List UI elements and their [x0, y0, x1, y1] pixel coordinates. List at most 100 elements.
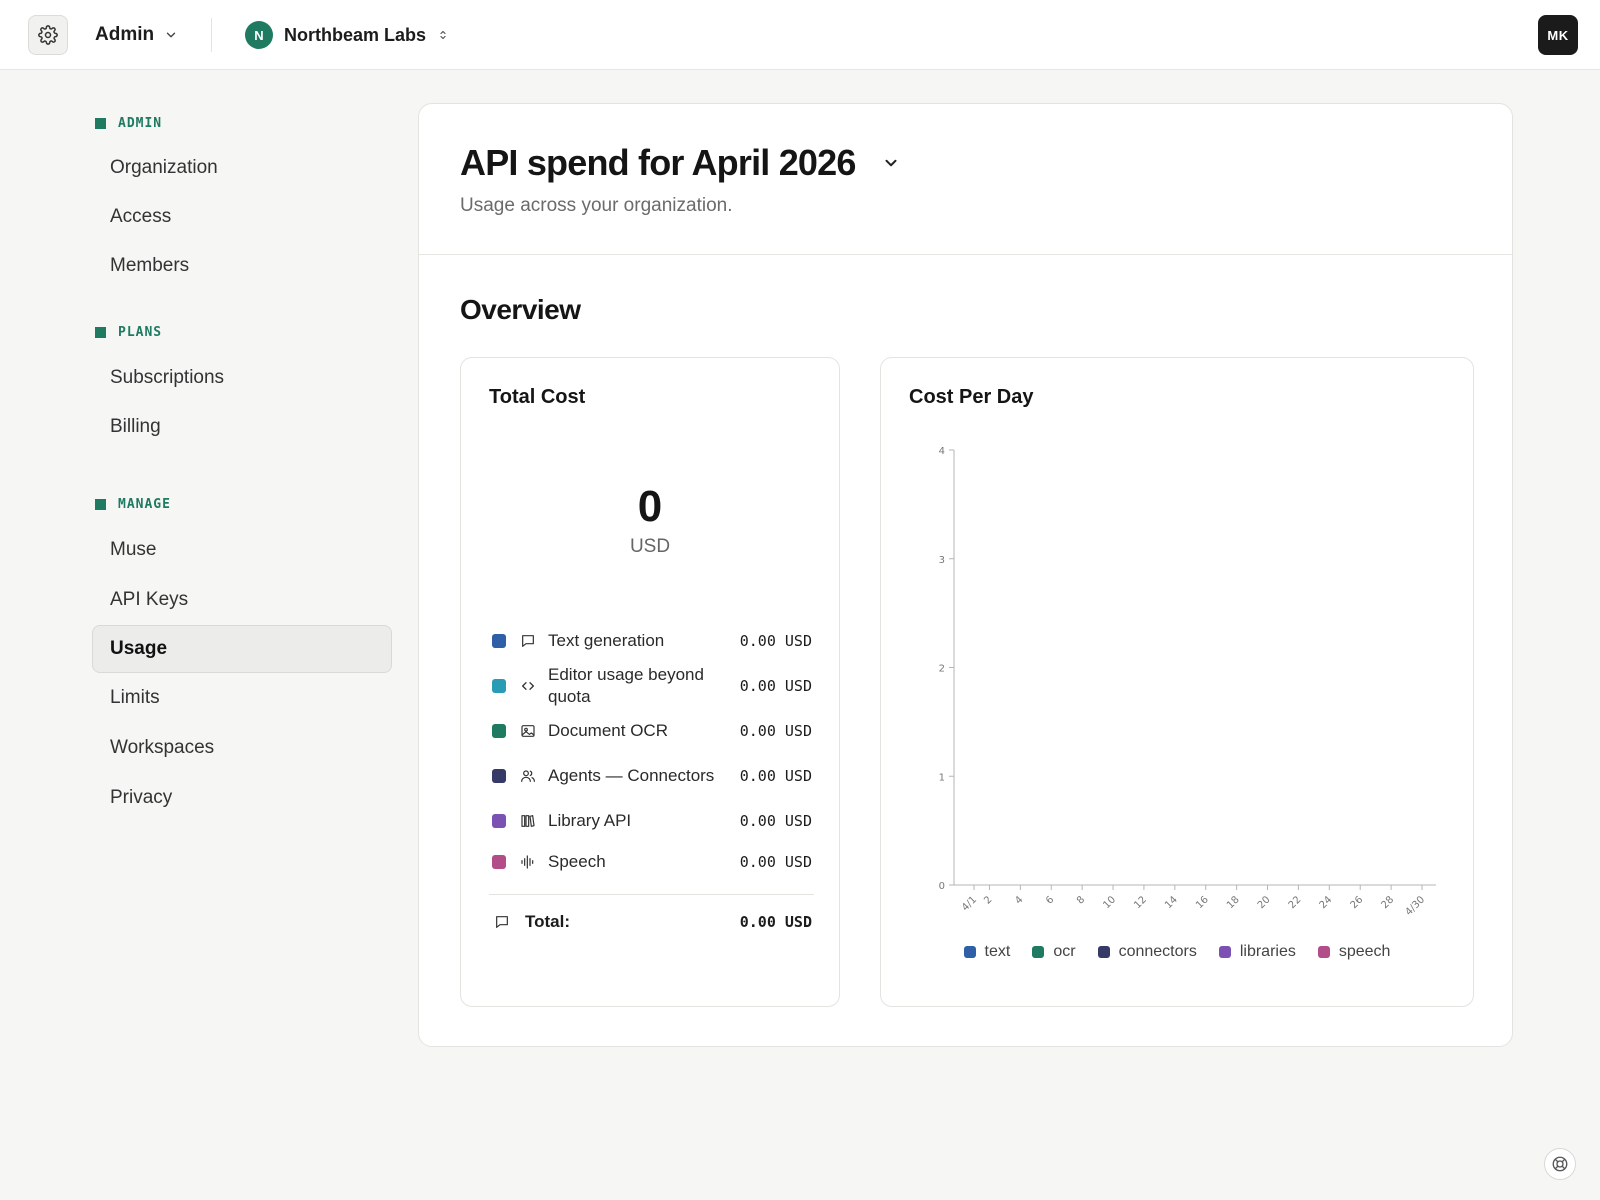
x-tick-label: 12 [1132, 894, 1149, 911]
x-tick-label: 4/1 [960, 894, 979, 913]
sidebar: ADMIN Organization Access Members PLANS … [92, 100, 392, 822]
page-header: API spend for April 2026 Usage across yo… [419, 104, 1512, 255]
breakdown-label: Document OCR [548, 721, 668, 740]
x-tick-label: 4 [1013, 894, 1025, 906]
legend-swatch [1218, 946, 1231, 958]
chat-bubble-icon [493, 913, 511, 931]
legend-swatch [963, 946, 976, 958]
x-tick-label: 16 [1194, 894, 1211, 911]
main-card: API spend for April 2026 Usage across yo… [418, 103, 1513, 1047]
breakdown-row-document-ocr: Document OCR 0.00 USD [489, 716, 814, 746]
breakdown-row-speech: Speech 0.00 USD [489, 847, 814, 877]
color-swatch [492, 634, 506, 648]
sidebar-item-muse[interactable]: Muse [92, 526, 392, 574]
sidebar-item-billing[interactable]: Billing [92, 403, 392, 451]
x-tick-label: 8 [1075, 894, 1087, 906]
breakdown-row-agents-connectors: Agents — Connectors 0.00 USD [489, 754, 814, 798]
waveform-icon [519, 853, 537, 871]
breakdown-label: Library API [548, 811, 632, 830]
legend-label: ocr [1053, 943, 1076, 960]
org-avatar: N [245, 21, 273, 49]
sidebar-item-subscriptions[interactable]: Subscriptions [92, 354, 392, 402]
sidebar-section-manage: MANAGE [92, 492, 392, 516]
page-title: API spend for April 2026 [460, 142, 856, 183]
org-switcher[interactable]: N Northbeam Labs [245, 21, 449, 49]
x-tick-label: 18 [1225, 894, 1242, 911]
sidebar-section-title: MANAGE [118, 496, 171, 512]
x-tick-label: 4/30 [1403, 894, 1427, 918]
x-tick-label: 10 [1101, 894, 1118, 911]
help-button[interactable] [1544, 1148, 1576, 1180]
admin-switcher[interactable]: Admin [95, 22, 178, 48]
breakdown-value: 0.00 USD [739, 722, 812, 740]
users-icon [519, 767, 537, 785]
legend-label: speech [1338, 943, 1391, 960]
chart-legend: text ocr connectors libraries speech [881, 943, 1473, 961]
sidebar-item-access[interactable]: Access [92, 193, 392, 241]
x-tick-label: 2 [982, 894, 994, 906]
sidebar-item-usage[interactable]: Usage [92, 625, 392, 673]
chevron-up-down-icon [440, 30, 446, 40]
color-swatch [492, 814, 506, 828]
lifebuoy-icon [1552, 1156, 1568, 1172]
sidebar-item-limits[interactable]: Limits [92, 674, 392, 722]
y-tick-label: 3 [939, 555, 945, 566]
breakdown-label: Agents — Connectors [548, 766, 715, 785]
x-tick-label: 6 [1044, 894, 1056, 906]
legend-label: libraries [1239, 943, 1296, 960]
breakdown-total-row: Total: 0.00 USD [489, 907, 814, 937]
cost-breakdown: Text generation 0.00 USD Editor usage be… [489, 626, 814, 937]
legend-item-text[interactable]: text [963, 943, 1011, 961]
legend-item-ocr[interactable]: ocr [1032, 943, 1076, 961]
color-swatch [492, 724, 506, 738]
sidebar-item-workspaces[interactable]: Workspaces [92, 724, 392, 772]
total-cost-panel: Total Cost 0 USD Text generation 0.00 US… [460, 357, 840, 1007]
user-avatar[interactable]: MK [1538, 15, 1578, 55]
sidebar-item-api-keys[interactable]: API Keys [92, 576, 392, 624]
legend-swatch [1097, 946, 1110, 958]
legend-swatch [1317, 946, 1330, 958]
sidebar-section-plans: PLANS [92, 320, 392, 344]
sidebar-section-title: ADMIN [118, 115, 163, 131]
sidebar-item-members[interactable]: Members [92, 242, 392, 290]
section-marker-icon [95, 326, 106, 338]
color-swatch [492, 855, 506, 869]
x-tick-label: 26 [1349, 894, 1366, 911]
breakdown-label: Speech [548, 852, 606, 871]
breakdown-divider [489, 894, 814, 895]
breakdown-row-editor-usage: Editor usage beyond quota 0.00 USD [489, 664, 814, 708]
color-swatch [492, 679, 506, 693]
code-icon [519, 677, 537, 695]
chevron-down-icon [885, 159, 897, 167]
gear-icon [38, 25, 58, 45]
legend-label: text [984, 943, 1011, 960]
sidebar-item-privacy[interactable]: Privacy [92, 774, 392, 822]
breakdown-value: 0.00 USD [739, 677, 812, 695]
total-cost-currency: USD [629, 536, 671, 557]
breakdown-value: 0.00 USD [739, 812, 812, 830]
org-name: Northbeam Labs [284, 24, 427, 45]
cost-per-day-chart: 012344/1 2 4 6 8 10 12 14 16 18 20 22 24 26 28 4/30 [939, 446, 1436, 918]
breakdown-row-text-generation: Text generation 0.00 USD [489, 626, 814, 656]
cost-per-day-panel: Cost Per Day 0 1 2 3 4 4/1 2 4 6 8 10 12 14 16 18 20 22 2… [880, 357, 1474, 1007]
settings-button[interactable] [28, 15, 68, 55]
topbar-divider [211, 18, 212, 52]
legend-item-connectors[interactable]: connectors [1097, 943, 1197, 961]
legend-item-speech[interactable]: speech [1317, 943, 1391, 961]
sidebar-section-admin: ADMIN [92, 111, 392, 135]
x-tick-label: 22 [1287, 894, 1304, 911]
breakdown-total-label: Total: [525, 912, 571, 931]
total-cost-title: Total Cost [489, 386, 586, 408]
period-dropdown-button[interactable] [882, 154, 900, 172]
sidebar-item-organization[interactable]: Organization [92, 144, 392, 192]
y-tick-label: 0 [939, 881, 945, 892]
x-tick-label: 28 [1379, 894, 1396, 911]
x-tick-label: 14 [1163, 894, 1180, 911]
total-cost-amount: 0 [637, 482, 663, 531]
legend-item-libraries[interactable]: libraries [1218, 943, 1296, 961]
overview-title: Overview [460, 294, 581, 325]
breakdown-label: Text generation [548, 631, 665, 650]
y-tick-label: 2 [939, 664, 945, 675]
image-icon [519, 722, 537, 740]
legend-swatch [1032, 946, 1045, 958]
